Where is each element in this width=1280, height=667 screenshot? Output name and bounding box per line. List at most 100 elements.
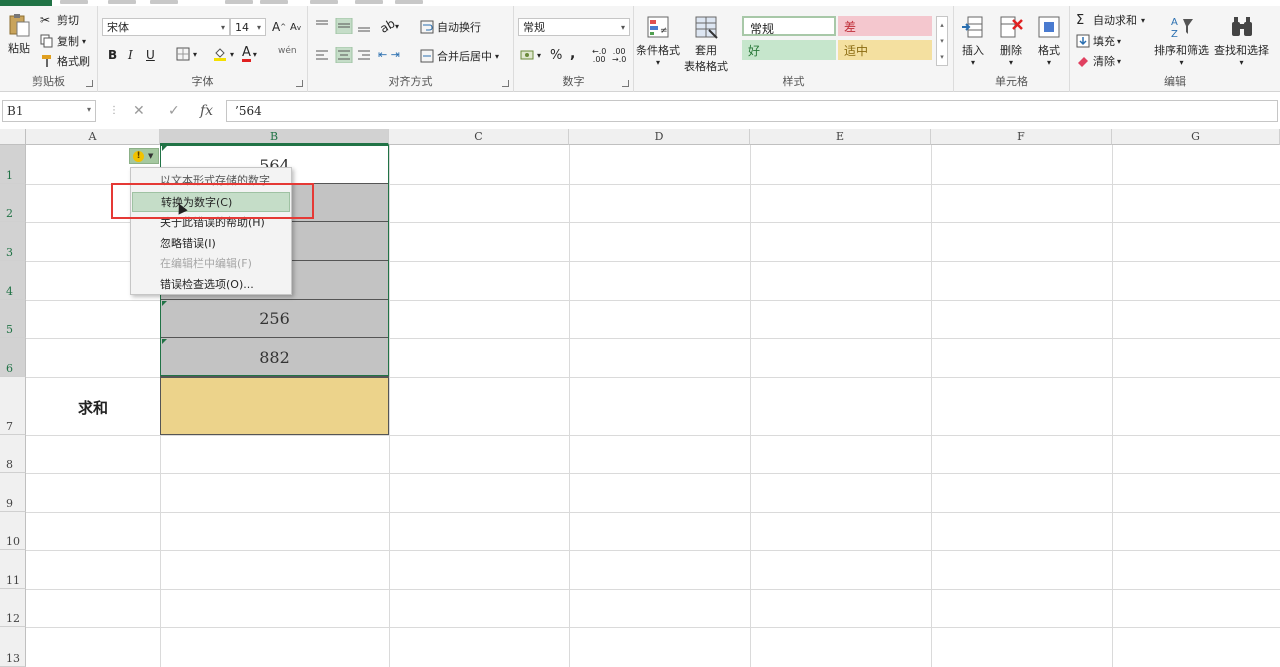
style-neutral[interactable]: 适中 xyxy=(838,40,932,60)
row-header-1[interactable]: 1 xyxy=(0,145,26,184)
autosum-button[interactable]: Σ 自动求和 ▾ xyxy=(1076,12,1145,28)
merge-center-button[interactable]: 合并后居中 ▾ xyxy=(420,48,499,64)
select-all-corner[interactable] xyxy=(0,129,26,145)
percent-button[interactable]: % xyxy=(550,48,562,63)
binoculars-icon xyxy=(1231,17,1252,36)
cell-b5[interactable]: 256 xyxy=(160,300,389,338)
insert-cells-label: 插入 xyxy=(962,44,984,57)
insert-function-icon[interactable]: fx xyxy=(200,103,213,119)
currency-button[interactable]: ▾ xyxy=(520,48,541,62)
wrap-text-label: 自动换行 xyxy=(437,21,481,34)
paste-button[interactable]: 粘贴 xyxy=(6,12,32,56)
format-painter-button[interactable]: 格式刷 xyxy=(40,53,90,69)
delete-cells-icon xyxy=(1000,16,1023,38)
insert-cells-button[interactable]: 插入 ▾ xyxy=(960,14,986,67)
number-launcher-icon[interactable] xyxy=(622,80,629,87)
merge-center-icon xyxy=(420,49,434,63)
clipboard-launcher-icon[interactable] xyxy=(86,80,93,87)
italic-button[interactable]: I xyxy=(128,48,133,62)
tab-developer[interactable] xyxy=(395,0,423,4)
row-header-9[interactable]: 9 xyxy=(0,473,26,512)
borders-button[interactable]: ▾ xyxy=(176,47,197,61)
indent-buttons[interactable]: ⇤ ⇥ xyxy=(378,48,400,61)
paste-label: 粘贴 xyxy=(8,42,30,55)
row-header-12[interactable]: 12 xyxy=(0,589,26,627)
cells-group: 插入 ▾ 删除 ▾ 格式 ▾ 单元格 xyxy=(954,6,1070,92)
column-header-b[interactable]: B xyxy=(160,129,389,145)
fill-button[interactable]: 填充 ▾ xyxy=(1076,33,1121,49)
font-launcher-icon[interactable] xyxy=(296,80,303,87)
orientation-button[interactable]: ab ▾ xyxy=(378,16,399,36)
column-header-g[interactable]: G xyxy=(1112,129,1280,145)
format-as-table-label-2: 表格格式 xyxy=(684,60,728,73)
cut-button[interactable]: ✂ 剪切 xyxy=(40,12,79,28)
column-header-d[interactable]: D xyxy=(569,129,750,145)
horizontal-align-icons[interactable] xyxy=(314,47,374,63)
tab-insert[interactable] xyxy=(108,0,136,4)
tab-review[interactable] xyxy=(310,0,338,4)
ribbon: 粘贴 ✂ 剪切 复制 ▾ 格式刷 剪贴板 宋体 ▾ 14 ▾ A ^ Av B I xyxy=(0,6,1280,92)
menu-item-ignore-error[interactable]: 忽略错误(I) xyxy=(132,234,290,254)
vertical-align-icons[interactable] xyxy=(314,18,374,34)
format-cells-button[interactable]: 格式 ▾ xyxy=(1036,14,1062,67)
row-header-11[interactable]: 11 xyxy=(0,550,26,589)
column-header-c[interactable]: C xyxy=(389,129,569,145)
grow-font-button[interactable]: A ^ xyxy=(272,20,286,34)
cell-b7[interactable] xyxy=(160,377,389,435)
delete-cells-button[interactable]: 删除 ▾ xyxy=(998,14,1024,67)
conditional-format-button[interactable]: ≠ 条件格式 ▾ xyxy=(636,14,680,67)
cell-a7-sum-label[interactable]: 求和 xyxy=(26,397,160,418)
row-header-2[interactable]: 2 xyxy=(0,184,26,222)
tab-formulas[interactable] xyxy=(225,0,253,4)
number-format-combo[interactable]: 常规 ▾ xyxy=(518,18,630,36)
tab-home[interactable] xyxy=(60,0,88,4)
style-normal[interactable]: 常规 xyxy=(742,16,836,36)
formula-input[interactable]: ’564 xyxy=(226,100,1278,122)
increase-decimal-button[interactable]: ←.0.00 xyxy=(592,48,606,64)
shrink-font-button[interactable]: Av xyxy=(290,22,301,33)
row-header-8[interactable]: 8 xyxy=(0,435,26,473)
row-header-7[interactable]: 7 xyxy=(0,377,26,435)
wrap-text-button[interactable]: 自动换行 xyxy=(420,19,481,35)
styles-group-label: 样式 xyxy=(782,75,805,88)
styles-gallery-scroll[interactable]: ▴ ▾ ▾ xyxy=(936,16,948,66)
sort-filter-label: 排序和筛选 xyxy=(1154,44,1209,57)
decrease-decimal-button[interactable]: .00 →.0 xyxy=(612,48,626,64)
row-header-10[interactable]: 10 xyxy=(0,512,26,550)
clear-button[interactable]: 清除 ▾ xyxy=(1076,53,1121,69)
column-header-f[interactable]: F xyxy=(931,129,1112,145)
style-bad[interactable]: 差 xyxy=(838,16,932,36)
tab-view[interactable] xyxy=(355,0,383,4)
find-select-button[interactable]: 查找和选择 ▾ xyxy=(1214,14,1269,67)
cell-b6[interactable]: 882 xyxy=(160,338,389,377)
phonetic-button[interactable]: wén xyxy=(278,46,297,56)
format-as-table-button[interactable]: 套用 表格格式 xyxy=(684,14,728,74)
tab-page-layout[interactable] xyxy=(150,0,178,4)
copy-button[interactable]: 复制 ▾ xyxy=(40,33,86,49)
font-color-button[interactable]: A ▾ xyxy=(242,46,257,62)
name-box[interactable]: B1 ▾ xyxy=(2,100,96,122)
tab-data[interactable] xyxy=(260,0,288,4)
row-header-5[interactable]: 5 xyxy=(0,300,26,338)
copy-icon xyxy=(40,34,53,48)
enter-icon[interactable]: ✓ xyxy=(168,103,180,119)
column-header-a[interactable]: A xyxy=(26,129,160,145)
alignment-group-label: 对齐方式 xyxy=(388,75,433,88)
font-size-combo[interactable]: 14 ▾ xyxy=(230,18,266,36)
menu-item-error-checking-options[interactable]: 错误检查选项(O)... xyxy=(132,275,290,295)
cancel-icon[interactable]: ✕ xyxy=(133,103,145,119)
column-header-e[interactable]: E xyxy=(750,129,931,145)
underline-button[interactable]: U xyxy=(146,48,155,62)
font-name-combo[interactable]: 宋体 ▾ xyxy=(102,18,230,36)
row-header-4[interactable]: 4 xyxy=(0,261,26,300)
style-good[interactable]: 好 xyxy=(742,40,836,60)
sort-filter-button[interactable]: AZ 排序和筛选 ▾ xyxy=(1154,14,1209,67)
alignment-launcher-icon[interactable] xyxy=(502,80,509,87)
row-header-3[interactable]: 3 xyxy=(0,222,26,261)
row-header-13[interactable]: 13 xyxy=(0,627,26,667)
fill-color-button[interactable]: ▾ xyxy=(213,47,234,61)
row-header-6[interactable]: 6 xyxy=(0,338,26,377)
bold-button[interactable]: B xyxy=(108,48,117,62)
comma-button[interactable]: , xyxy=(570,46,575,62)
error-smart-tag-button[interactable]: ! ▼ xyxy=(129,148,159,164)
